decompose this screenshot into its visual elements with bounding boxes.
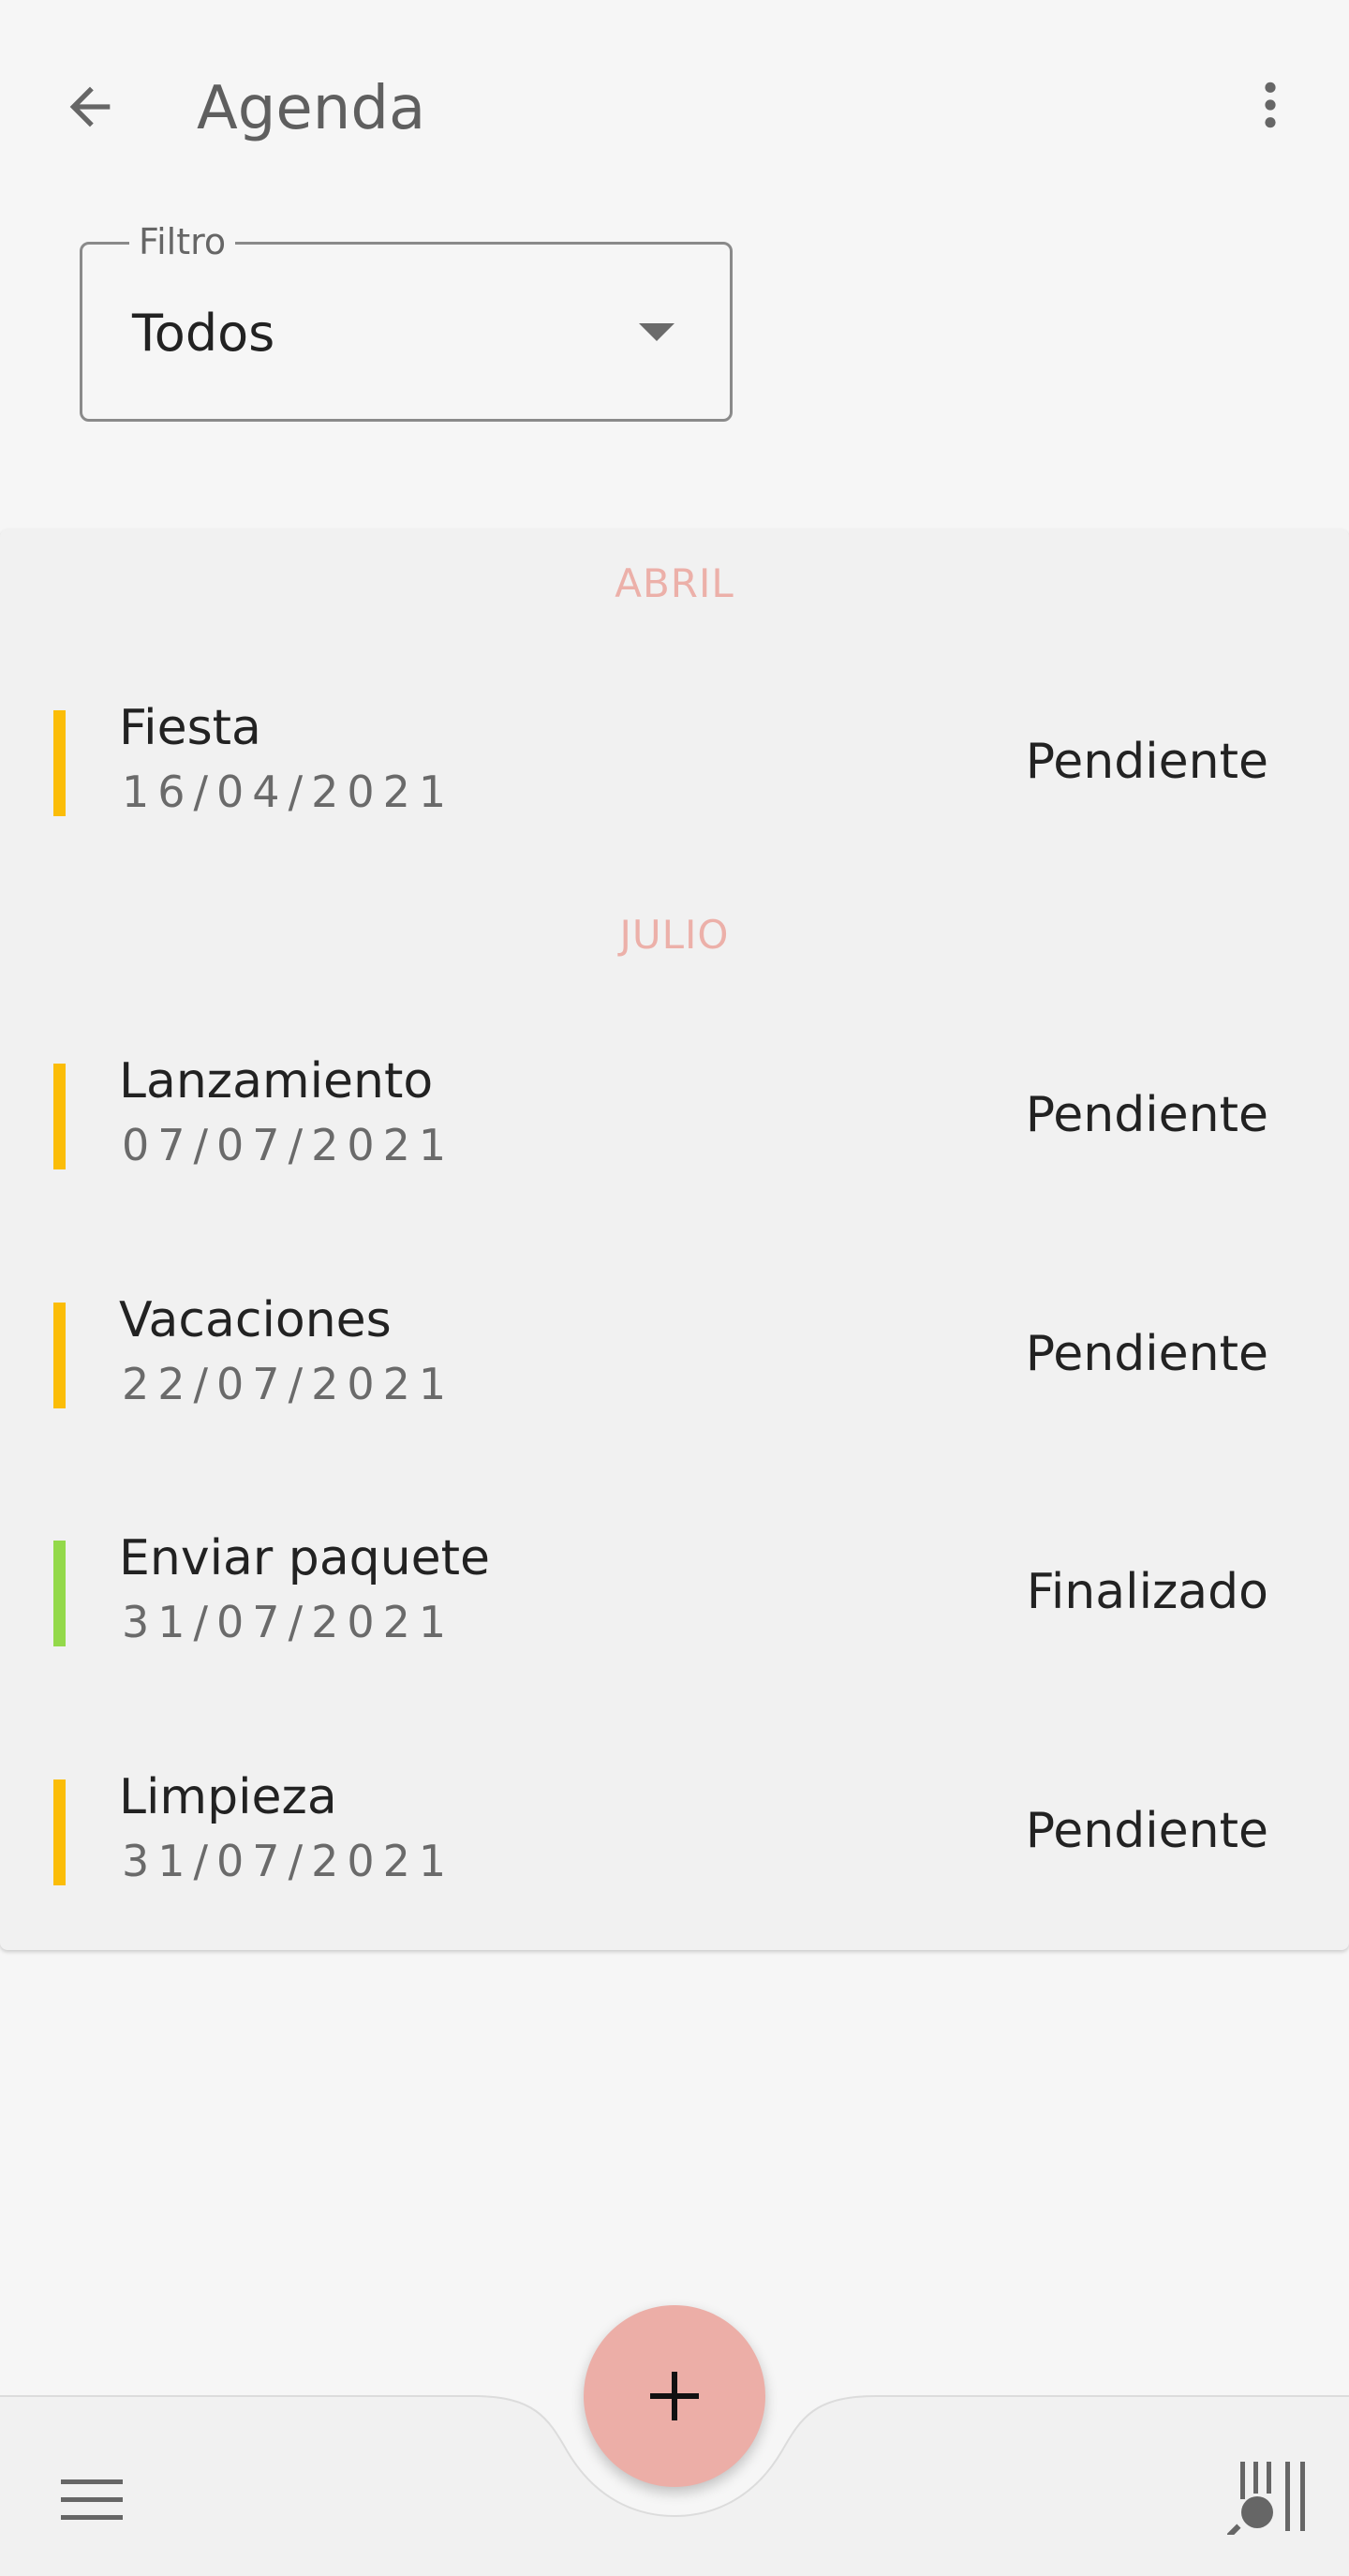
- event-status: Pendiente: [1025, 734, 1268, 790]
- event-date: 16/04/2021: [122, 767, 455, 817]
- agenda-item[interactable]: Vacaciones 22/07/2021 Pendiente: [0, 1292, 1349, 1462]
- agenda-item[interactable]: Fiesta 16/04/2021 Pendiente: [0, 700, 1349, 870]
- filter-selected-value: Todos: [132, 304, 275, 363]
- agenda-item[interactable]: Enviar paquete 31/07/2021 Finalizado: [0, 1530, 1349, 1700]
- back-button[interactable]: [49, 66, 131, 148]
- menu-icon: [61, 2479, 123, 2520]
- month-header-julio: JULIO: [619, 912, 730, 958]
- agenda-item[interactable]: Lanzamiento 07/07/2021 Pendiente: [0, 1053, 1349, 1223]
- agenda-item[interactable]: Limpieza 31/07/2021 Pendiente: [0, 1769, 1349, 1939]
- plus-icon: [650, 2372, 699, 2420]
- status-color-bar: [53, 1064, 66, 1169]
- event-date: 31/07/2021: [122, 1597, 455, 1647]
- event-date: 07/07/2021: [122, 1120, 455, 1170]
- event-status: Pendiente: [1025, 1087, 1268, 1143]
- barcode-scan-button[interactable]: [1218, 2450, 1321, 2544]
- page-title: Agenda: [197, 74, 426, 143]
- add-event-button[interactable]: [584, 2305, 765, 2487]
- event-date: 22/07/2021: [122, 1359, 455, 1409]
- filter-label: Filtro: [129, 220, 236, 263]
- status-color-bar: [53, 1303, 66, 1408]
- status-color-bar: [53, 710, 66, 816]
- event-status: Pendiente: [1025, 1326, 1268, 1382]
- event-title: Limpieza: [119, 1769, 337, 1825]
- event-title: Lanzamiento: [119, 1053, 434, 1109]
- event-title: Vacaciones: [119, 1292, 392, 1348]
- arrow-left-icon: [69, 86, 111, 127]
- event-title: Enviar paquete: [119, 1530, 491, 1586]
- menu-button[interactable]: [49, 2464, 135, 2536]
- month-header-abril: ABRIL: [615, 560, 734, 606]
- status-color-bar: [53, 1779, 66, 1885]
- more-vertical-icon: [1265, 82, 1276, 128]
- more-options-button[interactable]: [1229, 64, 1312, 146]
- barcode-scan-icon: [1227, 2462, 1305, 2535]
- event-date: 31/07/2021: [122, 1836, 455, 1886]
- agenda-list: ABRIL Fiesta 16/04/2021 Pendiente JULIO …: [0, 529, 1349, 1950]
- event-status: Finalizado: [1026, 1564, 1268, 1620]
- caret-down-icon: [639, 323, 674, 341]
- event-status: Pendiente: [1025, 1803, 1268, 1859]
- status-color-bar: [53, 1541, 66, 1646]
- event-title: Fiesta: [119, 700, 261, 756]
- filter-dropdown[interactable]: Filtro Todos: [80, 220, 733, 422]
- top-app-bar: Agenda: [0, 0, 1349, 211]
